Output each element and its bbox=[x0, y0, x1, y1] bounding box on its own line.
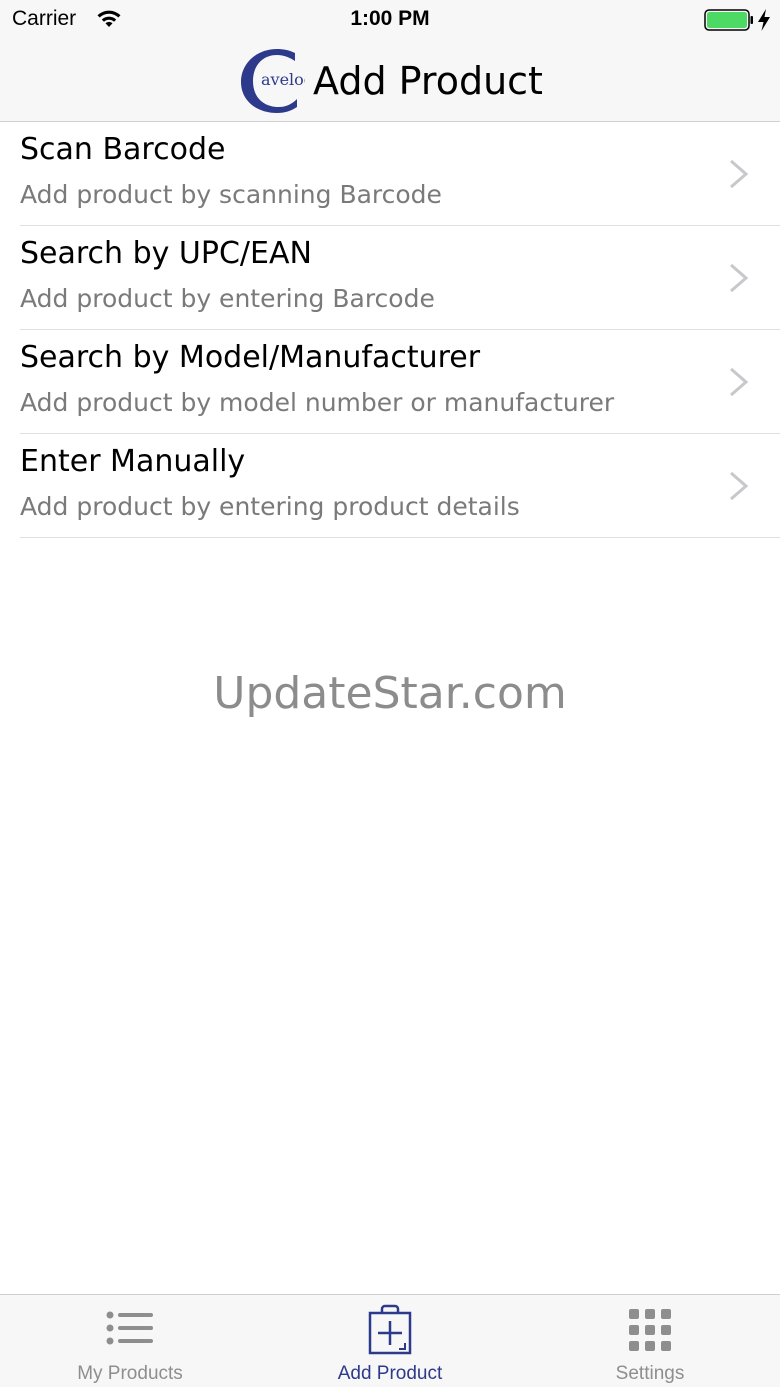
option-search-model-manufacturer[interactable]: Search by Model/Manufacturer Add product… bbox=[20, 330, 780, 434]
tab-label: My Products bbox=[77, 1363, 183, 1384]
chevron-right-icon bbox=[730, 367, 749, 397]
watermark: UpdateStar.com bbox=[213, 668, 567, 719]
option-scan-barcode[interactable]: Scan Barcode Add product by scanning Bar… bbox=[20, 122, 780, 226]
option-subtitle: Add product by entering product details bbox=[20, 492, 520, 521]
status-bar: Carrier 1:00 PM bbox=[0, 0, 780, 40]
tab-label: Settings bbox=[615, 1363, 685, 1384]
tab-settings[interactable]: Settings bbox=[520, 1295, 780, 1387]
option-subtitle: Add product by entering Barcode bbox=[20, 284, 435, 313]
page-title: Add Product bbox=[313, 59, 543, 103]
grid-icon bbox=[629, 1309, 671, 1351]
option-title: Search by Model/Manufacturer bbox=[20, 340, 481, 375]
charging-bolt-icon bbox=[758, 9, 770, 31]
chevron-right-icon bbox=[730, 263, 749, 293]
tab-label: Add Product bbox=[337, 1363, 443, 1384]
battery-icon bbox=[704, 9, 753, 31]
list-icon bbox=[106, 1311, 153, 1345]
clock: 1:00 PM bbox=[350, 7, 430, 30]
cavelog-logo: avelog bbox=[241, 49, 305, 113]
option-enter-manually[interactable]: Enter Manually Add product by entering p… bbox=[20, 434, 780, 538]
logo-text: avelog bbox=[261, 70, 305, 89]
option-title: Search by UPC/EAN bbox=[20, 236, 312, 271]
add-bag-icon bbox=[368, 1304, 412, 1355]
tab-bar: My Products Add Product Settings bbox=[0, 1294, 780, 1387]
tab-add-product[interactable]: Add Product bbox=[260, 1295, 520, 1387]
chevron-right-icon bbox=[730, 471, 749, 501]
option-search-upc-ean[interactable]: Search by UPC/EAN Add product by enterin… bbox=[20, 226, 780, 330]
tab-my-products[interactable]: My Products bbox=[0, 1295, 260, 1387]
option-subtitle: Add product by scanning Barcode bbox=[20, 180, 442, 209]
option-subtitle: Add product by model number or manufactu… bbox=[20, 388, 615, 417]
option-title: Enter Manually bbox=[20, 444, 246, 479]
option-title: Scan Barcode bbox=[20, 132, 226, 167]
chevron-right-icon bbox=[730, 159, 749, 189]
navigation-bar: avelog Add Product bbox=[0, 40, 780, 122]
add-product-options: Scan Barcode Add product by scanning Bar… bbox=[0, 122, 780, 538]
